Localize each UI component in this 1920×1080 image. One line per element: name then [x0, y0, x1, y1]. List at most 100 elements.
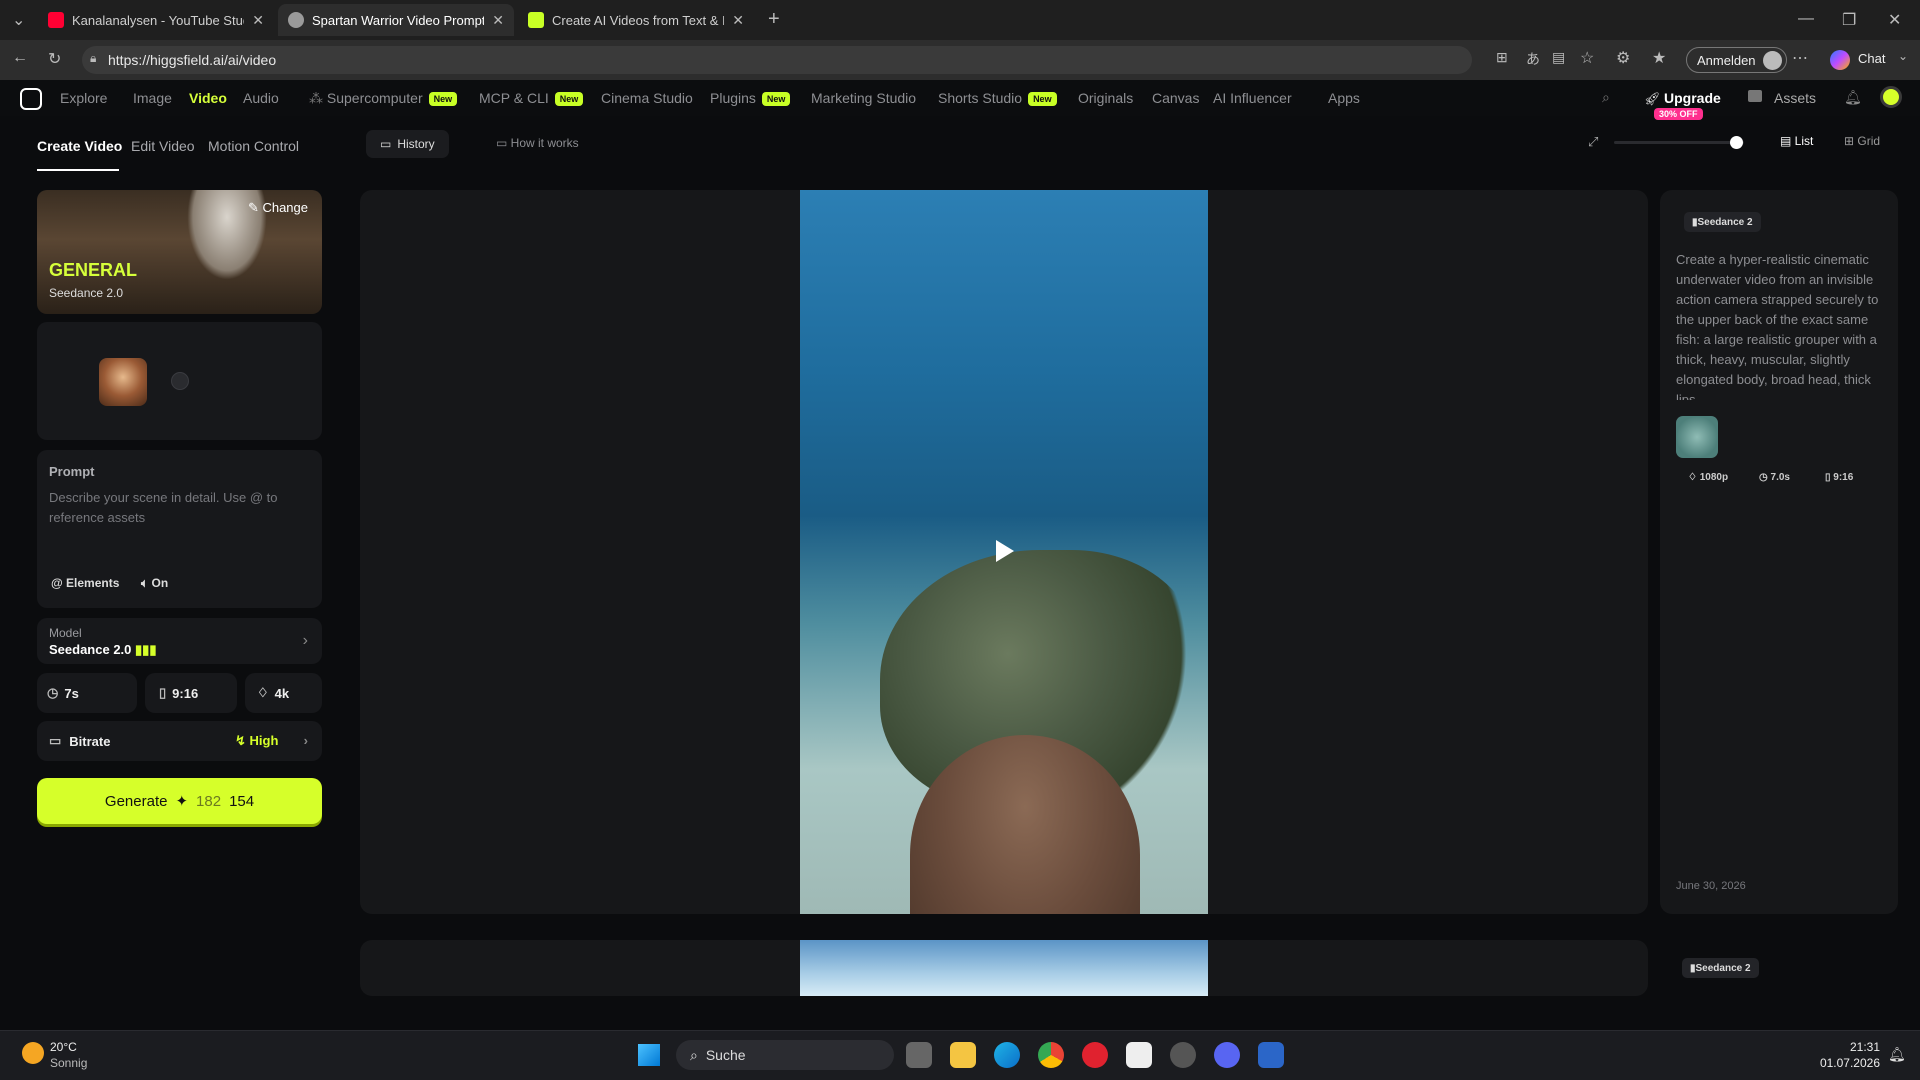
list-view-button[interactable]: ▤ List — [1780, 134, 1813, 148]
search-icon[interactable]: ⌕ — [1602, 89, 1610, 106]
discord-icon[interactable] — [1214, 1042, 1240, 1068]
close-tab-icon[interactable]: ✕ — [732, 12, 744, 29]
nav-image[interactable]: Image — [133, 90, 172, 106]
upgrade-button[interactable]: Upgrade — [1664, 90, 1721, 106]
nav-cinema-studio[interactable]: Cinema Studio — [601, 90, 693, 106]
prompt-input[interactable]: Describe your scene in detail. Use @ to … — [49, 488, 299, 528]
change-preset-button[interactable]: ✎ Change — [248, 200, 308, 216]
bitrate-selector[interactable]: ▭ Bitrate ↯ High › — [37, 721, 322, 761]
diamond-icon: ♢ — [257, 685, 269, 700]
how-it-works-tab[interactable]: ▭ How it works — [496, 136, 579, 150]
reference-thumbnail[interactable] — [1676, 416, 1718, 458]
tab-motion-control[interactable]: Motion Control — [208, 138, 299, 154]
taskbar-search[interactable]: ⌕ Suche — [676, 1040, 894, 1070]
tab-label: Create AI Videos from Text & Imag — [552, 12, 725, 28]
aspect-ratio-selector[interactable]: ▯ 9:16 — [145, 673, 237, 713]
tab-create-video[interactable]: Create Video — [37, 138, 122, 154]
history-tab[interactable]: ▭ History — [366, 130, 449, 158]
more-menu-icon[interactable]: ⋯ — [1792, 48, 1808, 68]
chat-label[interactable]: Chat — [1858, 51, 1885, 66]
back-icon[interactable]: ← — [12, 49, 28, 67]
video-preview[interactable] — [800, 190, 1208, 914]
close-tab-icon[interactable]: ✕ — [492, 12, 504, 29]
preset-card[interactable]: ✎ Change GENERAL Seedance 2.0 — [37, 190, 322, 314]
video-preview-2[interactable] — [800, 940, 1208, 996]
site-info-icon[interactable]: 🔒︎ — [90, 51, 96, 66]
nav-marketing-studio[interactable]: Marketing Studio — [811, 90, 916, 106]
clock-date: 01.07.2026 — [1819, 1056, 1880, 1070]
prompt-text: Create a hyper-realistic cinematic under… — [1676, 252, 1879, 400]
nav-supercomputer[interactable]: ⁂ Supercomputer New — [309, 90, 458, 107]
generate-button[interactable]: Generate ✦ 182 154 — [37, 778, 322, 824]
windows-start-icon[interactable] — [638, 1044, 660, 1066]
grid-view-button[interactable]: ⊞ Grid — [1844, 134, 1880, 148]
translate-icon[interactable]: あ — [1526, 49, 1540, 69]
chevron-down-icon[interactable]: ⌄ — [1898, 49, 1908, 63]
reload-icon[interactable]: ↻ — [48, 49, 61, 69]
weather-icon[interactable] — [22, 1042, 44, 1064]
opera-icon[interactable] — [1082, 1042, 1108, 1068]
play-icon[interactable] — [996, 540, 1014, 562]
copilot-icon[interactable] — [1830, 50, 1850, 70]
nav-video[interactable]: Video — [189, 90, 227, 106]
minimize-icon[interactable]: — — [1798, 10, 1814, 28]
new-tab-icon[interactable]: + — [768, 8, 780, 31]
nav-apps[interactable]: Apps — [1328, 90, 1360, 106]
bitrate-label: Bitrate — [69, 733, 111, 749]
app-icon[interactable]: ⊞ — [1496, 49, 1508, 66]
add-asset-icon[interactable] — [171, 372, 189, 390]
word-icon[interactable] — [1258, 1042, 1284, 1068]
reference-image-thumbnail[interactable] — [99, 358, 147, 406]
zoom-slider[interactable] — [1614, 141, 1744, 144]
nav-plugins[interactable]: Plugins New — [710, 90, 791, 106]
nav-mcp-cli[interactable]: MCP & CLI New — [479, 90, 584, 106]
browser-tab-higgsfield[interactable]: Create AI Videos from Text & Imag ✕ — [518, 4, 754, 36]
nav-originals[interactable]: Originals — [1078, 90, 1133, 106]
reference-assets-card — [37, 322, 322, 440]
search-icon: ⌕ — [690, 1046, 698, 1063]
nav-explore[interactable]: Explore — [60, 90, 107, 106]
model-selector[interactable]: Model Seedance 2.0 ▮▮▮ › — [37, 618, 322, 664]
user-avatar[interactable] — [1880, 86, 1902, 108]
zoom-slider-handle[interactable] — [1730, 136, 1743, 149]
assets-button[interactable]: Assets — [1774, 90, 1816, 106]
favorite-star-icon[interactable]: ☆ — [1580, 48, 1594, 68]
expand-icon[interactable]: ⤢ — [1588, 134, 1598, 150]
resolution-selector[interactable]: ♢ 4k — [245, 673, 322, 713]
chatgpt-icon[interactable] — [1170, 1042, 1196, 1068]
resolution-info: ♢ 1080p — [1688, 472, 1729, 483]
file-explorer-icon[interactable] — [950, 1042, 976, 1068]
tab-list-icon[interactable]: ⌄ — [12, 10, 25, 30]
tab-label: Spartan Warrior Video Prompts — [312, 12, 485, 28]
browser-tab-spartan[interactable]: Spartan Warrior Video Prompts ✕ — [278, 4, 514, 36]
reader-icon[interactable]: ▤ — [1552, 49, 1565, 66]
bell-icon[interactable]: 🔔︎ — [1844, 89, 1862, 106]
tab-edit-video[interactable]: Edit Video — [131, 138, 195, 154]
notification-icon[interactable]: 🔔︎ — [1888, 1046, 1906, 1063]
favorites-icon[interactable]: ★ — [1652, 48, 1666, 68]
nav-shorts-studio[interactable]: Shorts Studio New — [938, 90, 1057, 106]
task-view-icon[interactable] — [906, 1042, 932, 1068]
elements-button[interactable]: @ Elements — [51, 576, 119, 590]
browser-tab-youtube[interactable]: Kanalanalysen - YouTube Studio ✕ — [38, 4, 274, 36]
old-cost: 182 — [196, 792, 222, 810]
sign-in-label: Anmelden — [1697, 52, 1756, 68]
restore-icon[interactable]: ❐ — [1842, 10, 1856, 30]
edge-icon[interactable] — [994, 1042, 1020, 1068]
address-bar[interactable]: 🔒︎ https://higgsfield.ai/ai/video — [82, 46, 1472, 74]
capcut-icon[interactable] — [1126, 1042, 1152, 1068]
sign-in-button[interactable]: Anmelden — [1686, 47, 1787, 73]
folder-icon — [1748, 90, 1762, 102]
speaker-icon: 🔈︎ — [141, 576, 152, 590]
nav-canvas[interactable]: Canvas — [1152, 90, 1199, 106]
close-window-icon[interactable]: ✕ — [1888, 10, 1901, 30]
duration-selector[interactable]: ◷ 7s — [37, 673, 137, 713]
close-tab-icon[interactable]: ✕ — [252, 12, 264, 29]
audio-toggle[interactable]: 🔈︎ On — [141, 576, 168, 591]
chrome-icon[interactable] — [1038, 1042, 1064, 1068]
extensions-icon[interactable]: ⚙ — [1616, 48, 1630, 68]
nav-ai-influencer[interactable]: AI Influencer — [1213, 90, 1292, 106]
model-value: Seedance 2.0 ▮▮▮ — [49, 642, 157, 657]
higgsfield-logo-icon[interactable] — [20, 88, 42, 110]
nav-audio[interactable]: Audio — [243, 90, 279, 106]
